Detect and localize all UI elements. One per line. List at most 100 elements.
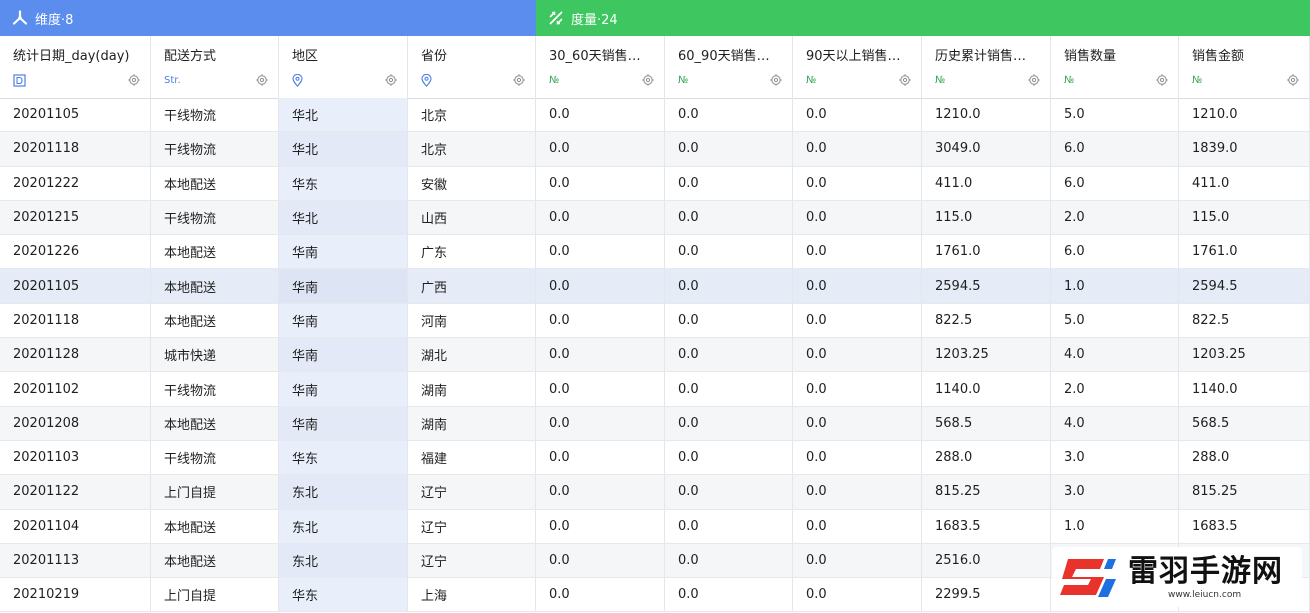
column-header-3[interactable]: 省份 — [408, 36, 536, 98]
table-cell[interactable]: 20201104 — [0, 509, 151, 543]
table-cell[interactable]: 1761.0 — [922, 235, 1051, 269]
table-cell[interactable]: 4.0 — [1051, 406, 1179, 440]
table-cell[interactable]: 本地配送 — [151, 303, 279, 338]
table-cell[interactable]: 0.0 — [665, 372, 793, 406]
table-cell[interactable]: 华东 — [279, 440, 408, 475]
table-cell[interactable]: 华北 — [279, 98, 408, 132]
table-cell[interactable]: 0.0 — [793, 235, 922, 269]
table-cell[interactable]: 411.0 — [1179, 166, 1310, 200]
table-cell[interactable]: 3.0 — [1051, 475, 1179, 509]
table-cell[interactable]: 华南 — [279, 406, 408, 440]
table-cell[interactable]: 20201226 — [0, 235, 151, 269]
table-cell[interactable]: 0.0 — [793, 269, 922, 303]
column-header-0[interactable]: 统计日期_day(day) — [0, 36, 151, 98]
table-cell[interactable]: 20201208 — [0, 406, 151, 440]
column-header-6[interactable]: 90天以上销售金... № — [793, 36, 922, 98]
table-cell[interactable]: 山西 — [408, 200, 536, 235]
table-row[interactable]: 20201102 干线物流 华南 湖南 0.0 0.0 0.0 1140.0 2.0 1140.0 — [0, 372, 1310, 407]
table-cell[interactable]: 20201118 — [0, 303, 151, 338]
table-cell[interactable]: 华北 — [279, 132, 408, 166]
table-cell[interactable]: 0.0 — [665, 303, 793, 338]
table-cell[interactable]: 河南 — [408, 303, 536, 338]
table-cell[interactable]: 本地配送 — [151, 269, 279, 303]
table-cell[interactable]: 城市快递 — [151, 338, 279, 372]
table-row[interactable]: 20201122 上门自提 东北 辽宁 0.0 0.0 0.0 815.25 3.0 815.25 — [0, 475, 1310, 510]
table-cell[interactable]: 本地配送 — [151, 166, 279, 200]
table-cell[interactable]: 华南 — [279, 338, 408, 372]
table-cell[interactable]: 0.0 — [665, 578, 793, 612]
table-cell[interactable]: 0.0 — [793, 406, 922, 440]
table-cell[interactable]: 0.0 — [793, 440, 922, 475]
table-cell[interactable]: 0.0 — [536, 372, 665, 406]
table-cell[interactable]: 2.0 — [1051, 372, 1179, 406]
table-cell[interactable]: 0.0 — [665, 338, 793, 372]
table-cell[interactable]: 东北 — [279, 543, 408, 578]
table-cell[interactable]: 0.0 — [536, 200, 665, 235]
dimension-group-header[interactable]: 维度·8 — [0, 0, 536, 36]
table-cell[interactable]: 1.0 — [1051, 269, 1179, 303]
table-row[interactable]: 20201105 本地配送 华南 广西 0.0 0.0 0.0 2594.5 1.0 2594.5 — [0, 269, 1310, 304]
table-cell[interactable]: 20201102 — [0, 372, 151, 406]
table-cell[interactable]: 0.0 — [793, 338, 922, 372]
table-cell[interactable]: 广西 — [408, 269, 536, 303]
table-cell[interactable]: 上门自提 — [151, 578, 279, 612]
table-row[interactable]: 20201118 本地配送 华南 河南 0.0 0.0 0.0 822.5 5.0 822.5 — [0, 303, 1310, 339]
measure-group-header[interactable]: 度量·24 — [536, 0, 1310, 36]
table-cell[interactable]: 北京 — [408, 98, 536, 132]
table-cell[interactable]: 0.0 — [793, 509, 922, 543]
table-cell[interactable]: 0.0 — [793, 372, 922, 406]
table-cell[interactable]: 干线物流 — [151, 372, 279, 406]
table-cell[interactable]: 0.0 — [665, 509, 793, 543]
table-cell[interactable]: 6.0 — [1051, 235, 1179, 269]
table-cell[interactable]: 东北 — [279, 475, 408, 509]
table-cell[interactable]: 0.0 — [536, 269, 665, 303]
table-cell[interactable]: 2516.0 — [922, 543, 1051, 578]
table-cell[interactable]: 815.25 — [922, 475, 1051, 509]
table-cell[interactable]: 3049.0 — [922, 132, 1051, 166]
table-cell[interactable]: 0.0 — [536, 578, 665, 612]
column-header-9[interactable]: 销售金额 № — [1179, 36, 1310, 98]
table-cell[interactable]: 华东 — [279, 578, 408, 612]
table-cell[interactable]: 288.0 — [1179, 440, 1310, 475]
table-cell[interactable]: 1203.25 — [1179, 338, 1310, 372]
table-cell[interactable]: 1140.0 — [1179, 372, 1310, 406]
table-cell[interactable]: 0.0 — [665, 440, 793, 475]
table-row[interactable]: 20201128 城市快递 华南 湖北 0.0 0.0 0.0 1203.25 4.0 1203.… — [0, 338, 1310, 373]
column-settings-gear-icon[interactable] — [128, 74, 140, 86]
table-cell[interactable]: 湖北 — [408, 338, 536, 372]
table-cell[interactable]: 288.0 — [922, 440, 1051, 475]
column-header-4[interactable]: 30_60天销售金额 № — [536, 36, 665, 98]
table-cell[interactable]: 1140.0 — [922, 372, 1051, 406]
table-row[interactable]: 20201208 本地配送 华南 湖南 0.0 0.0 0.0 568.5 4.0 568.5 — [0, 406, 1310, 441]
column-header-5[interactable]: 60_90天销售金额 № — [665, 36, 793, 98]
table-cell[interactable]: 20201113 — [0, 543, 151, 578]
column-header-1[interactable]: 配送方式 Str. — [151, 36, 279, 98]
table-cell[interactable]: 湖南 — [408, 372, 536, 406]
table-cell[interactable]: 0.0 — [665, 235, 793, 269]
table-cell[interactable]: 2594.5 — [922, 269, 1051, 303]
table-row[interactable]: 20201104 本地配送 东北 辽宁 0.0 0.0 0.0 1683.5 1.0 1683.5 — [0, 509, 1310, 544]
table-cell[interactable]: 干线物流 — [151, 132, 279, 166]
table-cell[interactable]: 0.0 — [536, 166, 665, 200]
table-row[interactable]: 20201215 干线物流 华北 山西 0.0 0.0 0.0 115.0 2.0 115.0 — [0, 200, 1310, 236]
table-row[interactable]: 20201118 干线物流 华北 北京 0.0 0.0 0.0 3049.0 6.0 1839.0 — [0, 132, 1310, 167]
table-cell[interactable]: 0.0 — [536, 338, 665, 372]
table-cell[interactable]: 华南 — [279, 269, 408, 303]
table-cell[interactable]: 辽宁 — [408, 509, 536, 543]
table-cell[interactable]: 0.0 — [665, 406, 793, 440]
table-cell[interactable]: 0.0 — [793, 303, 922, 338]
column-header-8[interactable]: 销售数量 № — [1051, 36, 1179, 98]
column-header-7[interactable]: 历史累计销售金额 № — [922, 36, 1051, 98]
table-cell[interactable]: 0.0 — [793, 543, 922, 578]
table-cell[interactable]: 1210.0 — [922, 98, 1051, 132]
table-cell[interactable]: 1.0 — [1051, 509, 1179, 543]
table-cell[interactable]: 干线物流 — [151, 440, 279, 475]
table-cell[interactable]: 20201105 — [0, 269, 151, 303]
table-cell[interactable]: 568.5 — [1179, 406, 1310, 440]
table-cell[interactable]: 0.0 — [793, 475, 922, 509]
table-cell[interactable]: 0.0 — [536, 406, 665, 440]
table-cell[interactable]: 20201118 — [0, 132, 151, 166]
table-cell[interactable]: 0.0 — [665, 166, 793, 200]
table-cell[interactable]: 0.0 — [536, 509, 665, 543]
table-cell[interactable]: 0.0 — [536, 475, 665, 509]
